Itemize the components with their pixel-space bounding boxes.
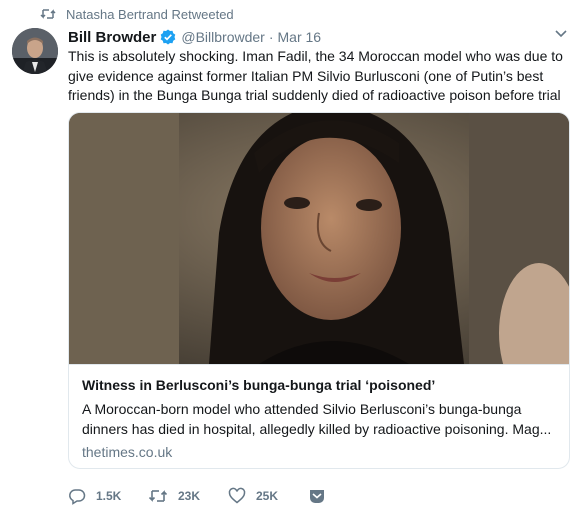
header-separator: · xyxy=(268,29,274,45)
like-button[interactable]: 25K xyxy=(228,487,308,505)
link-card[interactable]: Witness in Berlusconi’s bunga-bunga tria… xyxy=(68,112,570,469)
card-domain[interactable]: thetimes.co.uk xyxy=(82,444,556,460)
retweeted-by-link[interactable]: Natasha Bertrand Retweeted xyxy=(66,7,234,22)
retweet-button[interactable]: 23K xyxy=(148,488,228,504)
card-title[interactable]: Witness in Berlusconi’s bunga-bunga tria… xyxy=(82,376,556,395)
tweet-actions: 1.5K 23K 25K xyxy=(68,486,338,506)
retweet-action-icon xyxy=(148,490,168,502)
reply-icon xyxy=(69,489,86,505)
heart-icon xyxy=(228,487,246,504)
envelope-icon xyxy=(310,490,324,503)
like-count: 25K xyxy=(256,489,279,503)
chevron-down-icon[interactable] xyxy=(554,26,568,40)
retweet-count: 23K xyxy=(178,489,201,503)
author-name[interactable]: Bill Browder xyxy=(68,29,156,46)
tweet-header: Bill Browder @Billbrowder · Mar 16 xyxy=(68,27,566,47)
social-context: Natasha Bertrand Retweeted xyxy=(40,5,234,23)
card-body[interactable]: Witness in Berlusconi’s bunga-bunga tria… xyxy=(69,364,569,468)
reply-count: 1.5K xyxy=(96,489,122,503)
tweet-text: This is absolutely shocking. Iman Fadil,… xyxy=(68,48,563,103)
reply-button[interactable]: 1.5K xyxy=(68,487,148,505)
tweet-date[interactable]: Mar 16 xyxy=(278,29,322,45)
retweet-icon xyxy=(40,8,56,20)
card-description: A Moroccan-born model who attended Silvi… xyxy=(82,401,552,437)
avatar[interactable] xyxy=(12,28,58,74)
verified-badge-icon xyxy=(160,29,176,45)
author-handle[interactable]: @Billbrowder xyxy=(181,29,264,45)
card-image[interactable] xyxy=(69,113,569,364)
direct-message-button[interactable] xyxy=(308,487,338,505)
